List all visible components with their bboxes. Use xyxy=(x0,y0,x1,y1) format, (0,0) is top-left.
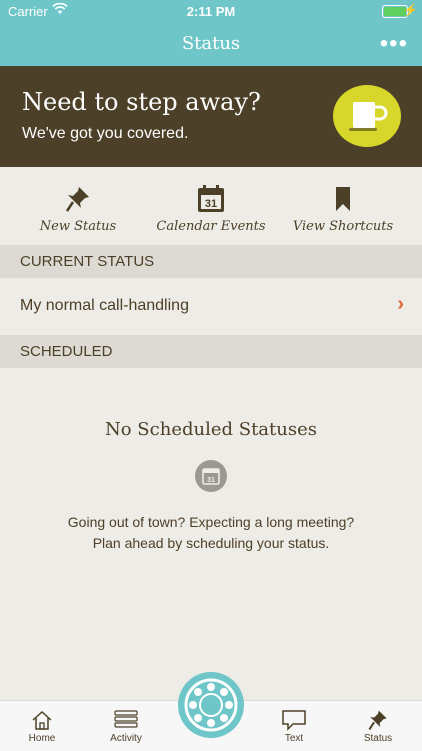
current-status-value: My normal call-handling xyxy=(20,297,189,314)
new-status-label: New Status xyxy=(39,219,117,234)
tab-activity-label: Activity xyxy=(110,733,142,744)
step-away-banner[interactable]: Need to step away? We've got you covered… xyxy=(0,66,422,167)
scheduled-title: SCHEDULED xyxy=(20,343,113,360)
calendar-events-button[interactable]: 31 Calendar Events xyxy=(141,167,281,245)
empty-state-title: No Scheduled Statuses xyxy=(105,419,317,440)
tab-status[interactable]: Status xyxy=(336,701,420,751)
coffee-cup-icon xyxy=(333,85,401,147)
clock: 2:11 PM xyxy=(186,4,236,19)
quick-actions: New Status 31 Calendar Events View Short… xyxy=(0,167,422,245)
tab-text[interactable]: Text xyxy=(252,701,336,751)
tab-activity[interactable]: Activity xyxy=(84,701,168,751)
view-shortcuts-label: View Shortcuts xyxy=(292,219,394,234)
more-dots-icon[interactable]: ••• xyxy=(380,30,408,58)
page-title: Status xyxy=(181,33,241,54)
rotary-dial-button[interactable] xyxy=(178,672,244,738)
list-icon xyxy=(114,710,138,728)
calendar-icon: 31 xyxy=(195,460,227,492)
pushpin-icon xyxy=(65,187,89,212)
pushpin-icon xyxy=(368,710,387,730)
banner-subtext: We've got you covered. xyxy=(22,125,189,142)
calendar-events-label: Calendar Events xyxy=(156,219,266,234)
view-shortcuts-button[interactable]: View Shortcuts xyxy=(273,167,413,245)
calendar-day-number: 31 xyxy=(205,198,217,210)
calendar-icon: 31 xyxy=(198,185,224,212)
empty-state-line-2: Plan ahead by scheduling your status. xyxy=(92,535,330,551)
chevron-right-icon: › xyxy=(397,293,404,315)
house-icon xyxy=(32,710,52,730)
tab-status-label: Status xyxy=(363,733,393,744)
bookmark-icon xyxy=(336,187,350,211)
nav-bar: Status ••• xyxy=(0,22,422,66)
current-status-title: CURRENT STATUS xyxy=(20,253,155,270)
speech-bubble-icon xyxy=(282,710,306,731)
tab-text-label: Text xyxy=(284,733,304,744)
banner-headline: Need to step away? xyxy=(22,88,261,116)
empty-state-message: Going out of town? Expecting a long meet… xyxy=(0,512,422,554)
empty-state-line-1: Going out of town? Expecting a long meet… xyxy=(67,514,355,530)
current-status-header: CURRENT STATUS xyxy=(0,245,422,278)
charging-bolt-icon: ⚡ xyxy=(403,3,418,17)
new-status-button[interactable]: New Status xyxy=(8,167,148,245)
rotary-dial-icon xyxy=(184,678,238,732)
tab-home[interactable]: Home xyxy=(0,701,84,751)
empty-calendar-day: 31 xyxy=(207,477,215,484)
scheduled-header: SCHEDULED xyxy=(0,335,422,368)
tab-home-label: Home xyxy=(28,733,56,744)
current-status-row[interactable]: My normal call-handling › xyxy=(0,278,422,335)
status-bar: Carrier 2:11 PM ⚡ xyxy=(0,0,422,22)
